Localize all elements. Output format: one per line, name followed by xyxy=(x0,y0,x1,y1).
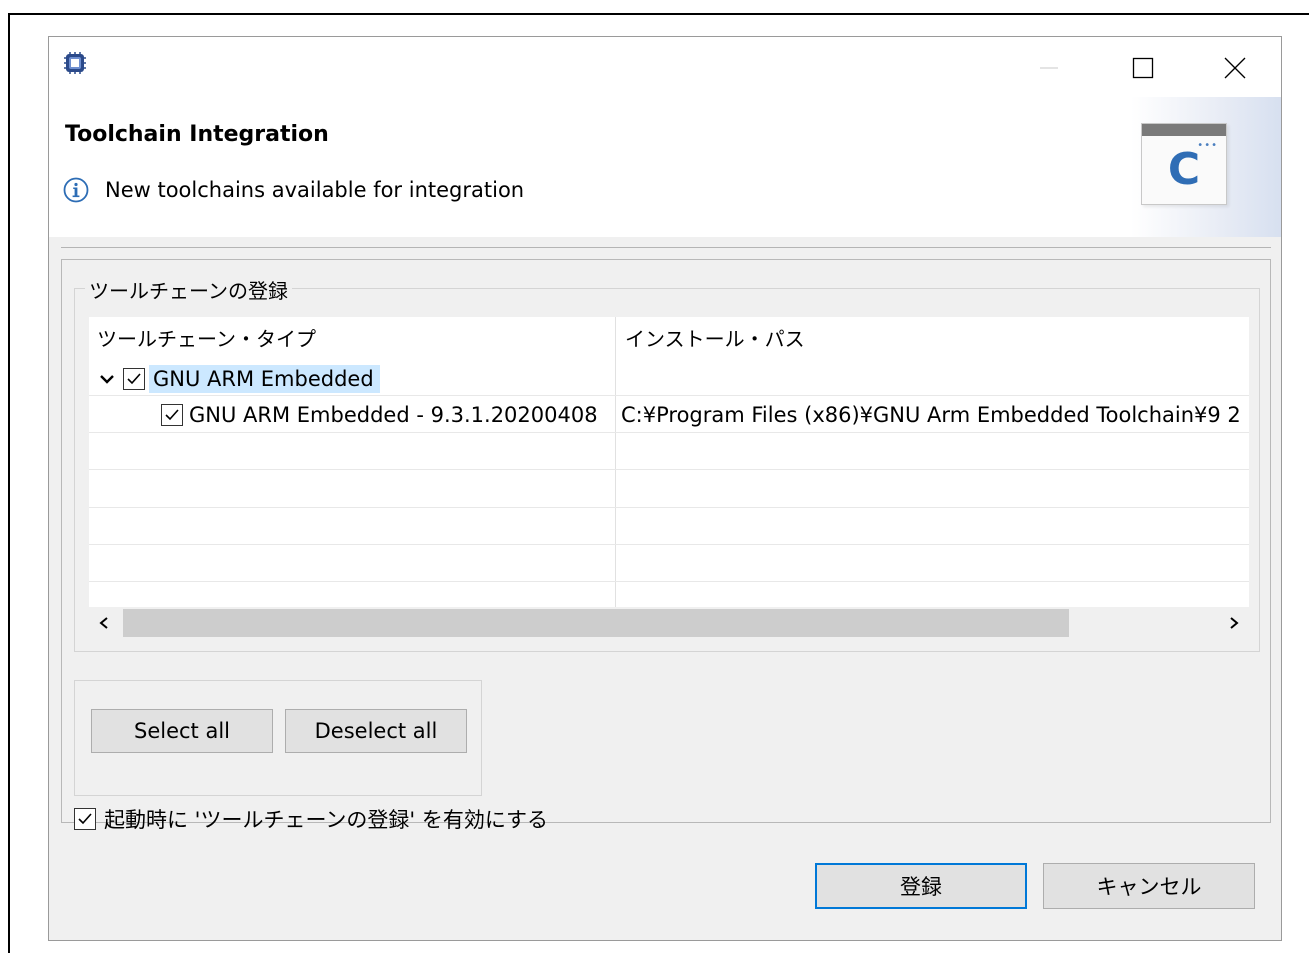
enable-on-startup-checkbox[interactable] xyxy=(74,808,96,830)
banner-image: ••• C xyxy=(1131,97,1281,237)
cancel-button[interactable]: キャンセル xyxy=(1043,863,1255,909)
info-icon xyxy=(63,177,89,203)
group-legend: ツールチェーンの登録 xyxy=(85,275,292,304)
row-divider xyxy=(89,544,1249,545)
child-label: GNU ARM Embedded - 9.3.1.20200408 xyxy=(189,403,598,427)
c-project-icon: ••• C xyxy=(1141,123,1227,205)
deselect-all-button[interactable]: Deselect all xyxy=(285,709,467,753)
child-checkbox[interactable] xyxy=(161,404,183,426)
c-letter: C xyxy=(1167,144,1201,195)
table-row-child[interactable]: GNU ARM Embedded - 9.3.1.20200408 C:¥Pro… xyxy=(89,397,1249,433)
chevron-left-icon xyxy=(99,617,108,629)
row-divider xyxy=(89,395,1249,396)
minimize-button[interactable] xyxy=(1025,45,1073,91)
c-project-icon-titlebar xyxy=(1142,124,1226,136)
row-divider xyxy=(89,581,1249,582)
toolchain-integration-dialog: Toolchain Integration New toolchains ava… xyxy=(48,36,1282,941)
scroll-right-button[interactable] xyxy=(1219,607,1249,639)
chevron-right-icon xyxy=(1230,617,1239,629)
register-button[interactable]: 登録 xyxy=(815,863,1027,909)
parent-label: GNU ARM Embedded xyxy=(149,365,380,393)
maximize-button[interactable] xyxy=(1119,45,1167,91)
title-bar[interactable] xyxy=(49,37,1281,97)
checkmark-icon xyxy=(165,409,179,421)
toolchain-table[interactable]: ツールチェーン・タイプ インストール・パス GNU ARM Embedded G… xyxy=(89,317,1249,607)
close-button[interactable] xyxy=(1211,45,1259,91)
enable-on-startup-option[interactable]: 起動時に 'ツールチェーンの登録' を有効にする xyxy=(74,804,548,834)
wizard-banner: Toolchain Integration New toolchains ava… xyxy=(49,97,1281,237)
horizontal-scrollbar[interactable] xyxy=(89,607,1249,639)
row-divider xyxy=(89,469,1249,470)
banner-message-row: New toolchains available for integration xyxy=(63,177,524,203)
minimize-icon xyxy=(1040,67,1058,69)
maximize-icon xyxy=(1132,57,1154,79)
content-panel: ツールチェーンの登録 ツールチェーン・タイプ インストール・パス GNU ARM… xyxy=(61,259,1271,832)
column-header-toolchain-type[interactable]: ツールチェーン・タイプ xyxy=(97,323,316,352)
close-icon xyxy=(1224,57,1246,79)
selection-button-group: Select all Deselect all xyxy=(74,680,482,796)
scroll-left-button[interactable] xyxy=(89,607,119,639)
row-divider xyxy=(89,432,1249,433)
column-header-install-path[interactable]: インストール・パス xyxy=(625,323,805,352)
select-all-button[interactable]: Select all xyxy=(91,709,273,753)
enable-on-startup-label: 起動時に 'ツールチェーンの登録' を有効にする xyxy=(104,808,549,832)
checkmark-icon xyxy=(78,813,92,825)
chevron-down-icon[interactable] xyxy=(97,369,117,389)
row-divider xyxy=(89,507,1249,508)
child-install-path: C:¥Program Files (x86)¥GNU Arm Embedded … xyxy=(621,403,1241,427)
banner-separator xyxy=(61,247,1271,248)
parent-checkbox[interactable] xyxy=(123,368,145,390)
checkmark-icon xyxy=(127,373,141,385)
banner-message: New toolchains available for integration xyxy=(105,178,525,202)
banner-title: Toolchain Integration xyxy=(65,122,329,147)
e2-studio-app-icon xyxy=(64,52,86,74)
toolchain-registration-group: ツールチェーンの登録 ツールチェーン・タイプ インストール・パス GNU ARM… xyxy=(74,275,1260,652)
scrollbar-thumb[interactable] xyxy=(123,609,1069,637)
table-row-parent[interactable]: GNU ARM Embedded xyxy=(89,361,1249,397)
